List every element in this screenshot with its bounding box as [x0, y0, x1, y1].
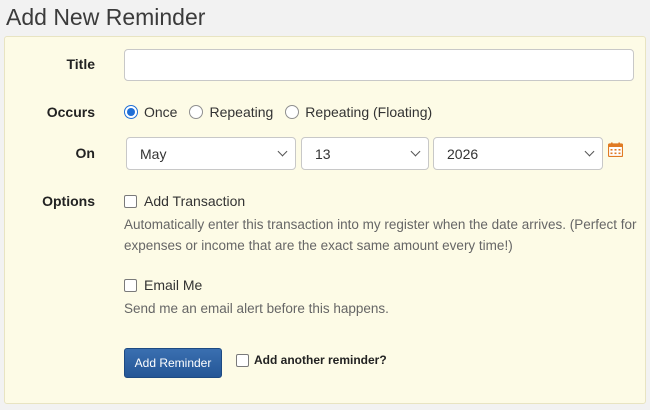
year-value: 2026 [447, 145, 479, 162]
month-select[interactable]: May [126, 137, 296, 170]
occurs-once-option[interactable]: Once [124, 104, 177, 120]
add-transaction-option[interactable]: Add Transaction [124, 193, 245, 209]
repeating-radio[interactable] [189, 105, 204, 119]
chevron-down-icon [410, 146, 421, 157]
options-label: Options [42, 193, 95, 209]
year-select[interactable]: 2026 [433, 137, 603, 170]
chevron-down-icon [277, 146, 288, 157]
reminder-form: Title Occurs Once Repeating Repeating (F… [4, 36, 646, 404]
repeating-floating-label: Repeating (Floating) [305, 104, 433, 120]
month-value: May [140, 145, 167, 162]
occurs-repeating-floating-option[interactable]: Repeating (Floating) [285, 104, 432, 120]
once-radio[interactable] [124, 105, 138, 119]
title-label: Title [66, 56, 95, 72]
chevron-down-icon [584, 146, 595, 157]
add-transaction-checkbox[interactable] [124, 194, 137, 208]
day-select[interactable]: 13 [301, 137, 429, 170]
add-transaction-label: Add Transaction [144, 193, 246, 209]
day-value: 13 [315, 145, 331, 162]
occurs-repeating-option[interactable]: Repeating [189, 104, 273, 120]
add-reminder-button[interactable]: Add Reminder [124, 348, 222, 378]
add-another-checkbox[interactable] [236, 353, 249, 367]
calendar-icon[interactable] [608, 142, 623, 157]
repeating-label: Repeating [209, 104, 274, 120]
email-me-label: Email Me [144, 277, 203, 293]
page-title: Add New Reminder [6, 4, 206, 30]
title-input[interactable] [124, 49, 634, 81]
email-me-help: Send me an email alert before this happe… [124, 301, 389, 316]
add-another-label: Add another reminder? [254, 353, 387, 367]
add-transaction-help: Automatically enter this transaction int… [124, 217, 637, 253]
email-me-option[interactable]: Email Me [124, 277, 202, 293]
occurs-radio-group: Once Repeating Repeating (Floating) [124, 104, 444, 120]
email-me-checkbox[interactable] [124, 278, 137, 292]
on-label: On [75, 145, 95, 161]
add-another-option[interactable]: Add another reminder? [236, 353, 387, 367]
once-label: Once [144, 104, 178, 120]
repeating-floating-radio[interactable] [285, 105, 300, 119]
occurs-label: Occurs [46, 104, 95, 120]
